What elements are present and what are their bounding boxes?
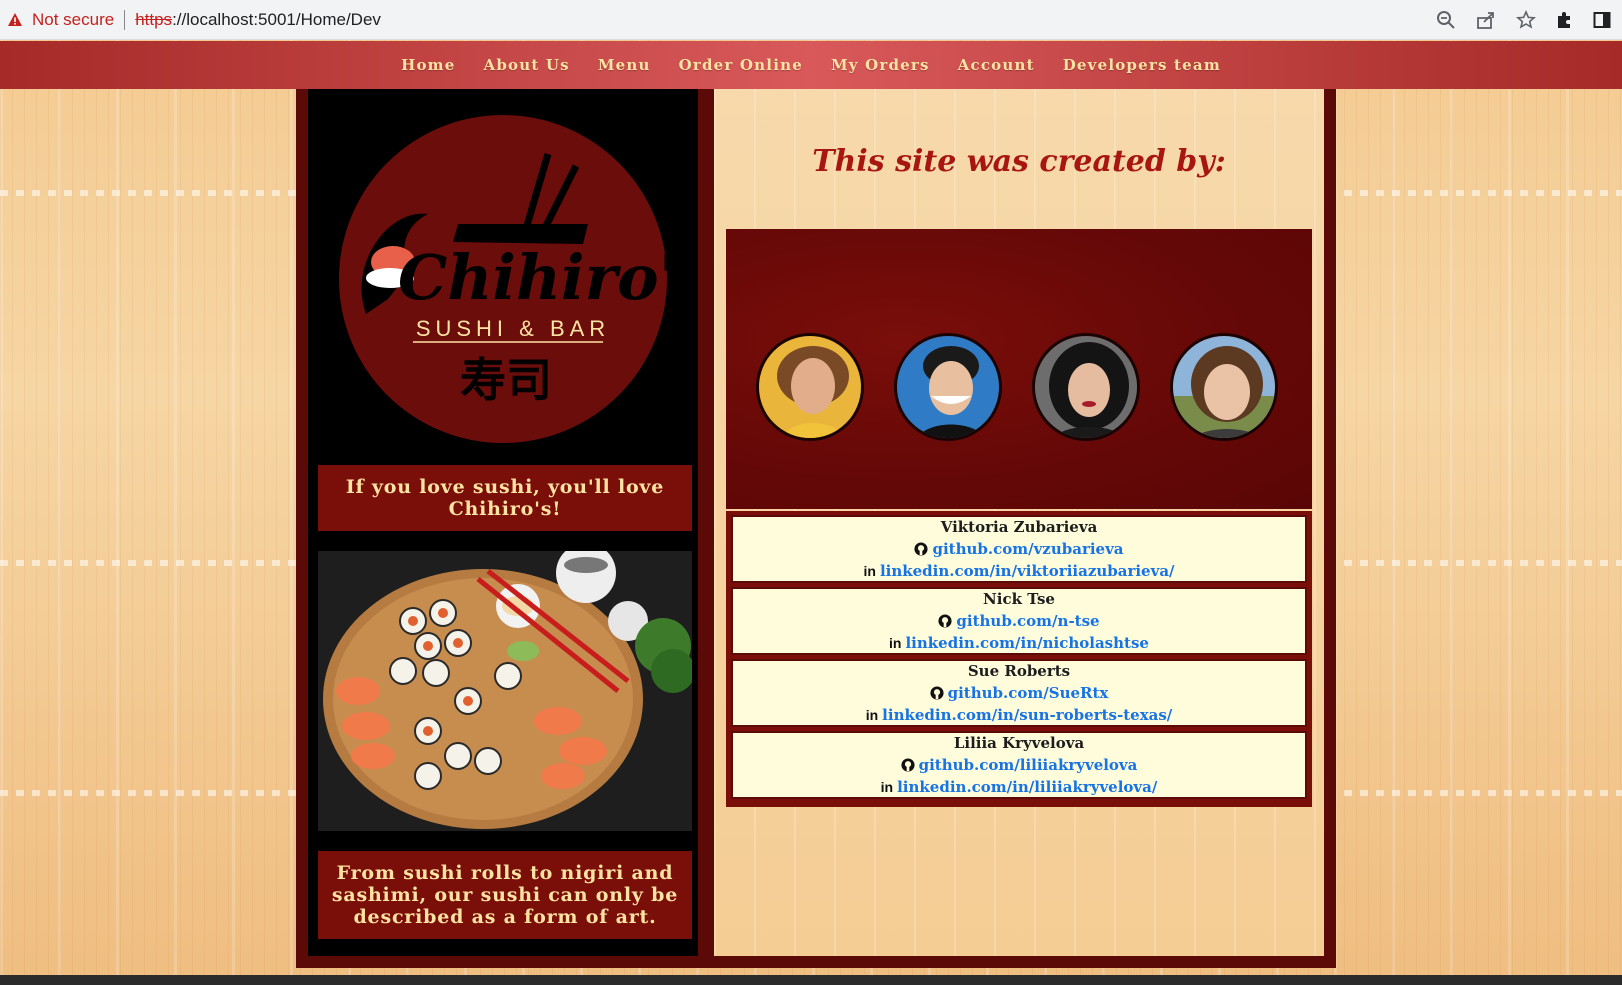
linkedin-icon: in: [863, 563, 876, 579]
avatar: [894, 333, 1002, 441]
security-status[interactable]: Not secure: [32, 10, 114, 30]
nav-home[interactable]: Home: [401, 56, 455, 74]
github-row: github.com/SueRtx: [930, 682, 1109, 704]
developer-name: Sue Roberts: [967, 662, 1071, 680]
linkedin-link[interactable]: linkedin.com/in/viktoriiazubarieva/: [880, 560, 1175, 582]
linkedin-icon: in: [865, 707, 879, 723]
linkedin-link[interactable]: linkedin.com/in/nicholashtse: [905, 632, 1148, 654]
url-scheme: https: [135, 9, 173, 29]
linkedin-row: in linkedin.com/in/sun-roberts-texas/: [866, 704, 1173, 726]
avatar: [1170, 333, 1278, 441]
nav-my-orders[interactable]: My Orders: [831, 56, 930, 74]
right-column: This site was created by: Viktoria Zubar…: [714, 89, 1324, 956]
nav-order-online[interactable]: Order Online: [679, 56, 803, 74]
tagline-text: If you love sushi, you'll love Chihiro's…: [345, 476, 665, 520]
github-icon: [930, 686, 944, 700]
tagline-box: If you love sushi, you'll love Chihiro's…: [318, 465, 692, 531]
window-bottom-edge: [0, 975, 1622, 985]
github-icon: [914, 542, 929, 556]
github-row: github.com/vzubarieva: [914, 538, 1124, 560]
warning-icon[interactable]: [6, 11, 24, 29]
linkedin-row: in linkedin.com/in/liliiakryvelova/: [881, 776, 1158, 798]
avatar: [756, 333, 864, 441]
left-column: Chihiro's SUSHI & BAR 寿司 If you love sus…: [308, 89, 713, 956]
linkedin-icon: in: [880, 779, 894, 795]
art-text: From sushi rolls to nigiri and sashimi, …: [331, 862, 679, 928]
art-box: From sushi rolls to nigiri and sashimi, …: [318, 851, 692, 939]
restaurant-logo: Chihiro's SUSHI & BAR 寿司: [338, 114, 713, 444]
browser-actions: [1426, 0, 1622, 40]
github-link[interactable]: github.com/liliiakryvelova: [919, 754, 1138, 776]
developer-name: Liliia Kryvelova: [953, 734, 1085, 752]
developer-name: Nick Tse: [983, 590, 1055, 608]
team-photos-panel: [726, 229, 1312, 509]
content-frame: Chihiro's SUSHI & BAR 寿司 If you love sus…: [296, 89, 1336, 968]
developer-name: Viktoria Zubarieva: [940, 518, 1098, 536]
svg-text:SUSHI & BAR: SUSHI & BAR: [416, 316, 610, 341]
browser-toolbar: Not secure https://localhost:5001/Home/D…: [0, 0, 1622, 40]
sushi-platter-image: [318, 551, 692, 831]
github-row: github.com/liliiakryvelova: [901, 754, 1138, 776]
github-link[interactable]: github.com/vzubarieva: [932, 538, 1123, 560]
linkedin-link[interactable]: linkedin.com/in/liliiakryvelova/: [897, 776, 1157, 798]
github-icon: [938, 614, 952, 628]
linkedin-icon: in: [889, 635, 902, 651]
linkedin-row: in linkedin.com/in/nicholashtse: [889, 632, 1149, 654]
address-bar[interactable]: https://localhost:5001/Home/Dev: [135, 10, 381, 30]
developer-card: Liliia Kryvelova github.com/liliiakryvel…: [731, 731, 1307, 799]
nav-about-us[interactable]: About Us: [484, 56, 570, 74]
side-panel-icon[interactable]: [1582, 0, 1622, 40]
developer-card: Nick Tse github.com/n-tse in linkedin.co…: [731, 587, 1307, 655]
divider: [124, 9, 126, 30]
nav-menu[interactable]: Menu: [598, 56, 651, 74]
star-icon[interactable]: [1506, 0, 1546, 40]
developer-card: Viktoria Zubarieva github.com/vzubarieva…: [731, 515, 1307, 583]
github-link[interactable]: github.com/n-tse: [956, 610, 1099, 632]
main-nav: Home About Us Menu Order Online My Order…: [0, 41, 1622, 89]
github-row: github.com/n-tse: [938, 610, 1100, 632]
linkedin-link[interactable]: linkedin.com/in/sun-roberts-texas/: [882, 704, 1172, 726]
page-title: This site was created by:: [812, 144, 1226, 179]
developers-list: Viktoria Zubarieva github.com/vzubarieva…: [726, 511, 1312, 807]
svg-text:Chihiro's: Chihiro's: [398, 241, 668, 314]
url-path: ://localhost:5001/Home/Dev: [172, 9, 381, 29]
share-icon[interactable]: [1466, 0, 1506, 40]
developer-card: Sue Roberts github.com/SueRtx in linkedi…: [731, 659, 1307, 727]
nav-account[interactable]: Account: [958, 56, 1035, 74]
avatar: [1032, 333, 1140, 441]
github-link[interactable]: github.com/SueRtx: [948, 682, 1109, 704]
nav-developers-team[interactable]: Developers team: [1063, 56, 1221, 74]
github-icon: [901, 758, 915, 772]
linkedin-row: in linkedin.com/in/viktoriiazubarieva/: [863, 560, 1174, 582]
extensions-icon[interactable]: [1546, 0, 1582, 40]
svg-text:寿司: 寿司: [460, 353, 552, 407]
zoom-icon[interactable]: [1426, 0, 1466, 40]
